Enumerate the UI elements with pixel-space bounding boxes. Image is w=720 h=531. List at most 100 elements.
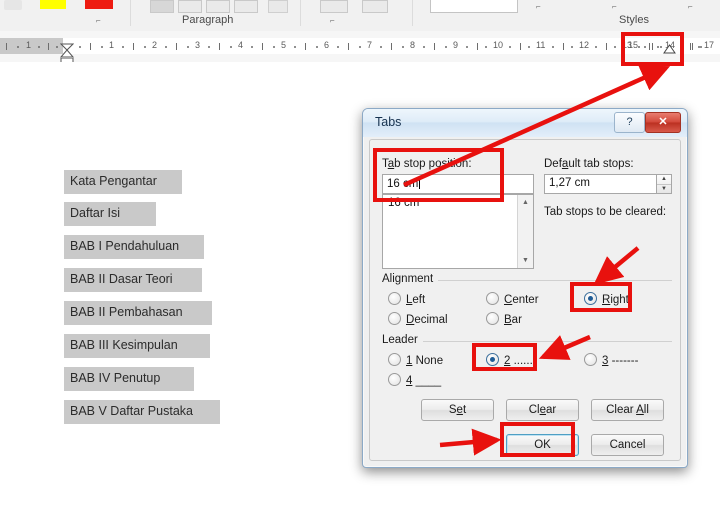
btn-text-pre: Clear [606,404,637,416]
ribbon: ⌐ ⌐ ⌐ ⌐ Paragraph ⌐ Styles [0,0,720,32]
radio-label: eft [412,294,426,306]
radio-align-decimal[interactable]: Decimal [388,312,448,326]
right-tab-stop-marker[interactable] [663,41,676,59]
document-line[interactable]: BAB II Pembahasan [64,301,212,325]
dialog-titlebar[interactable]: Tabs ? ✕ [363,109,687,137]
dialog-title: Tabs [375,115,402,129]
ruler-tick-1: 1 [109,40,115,50]
paragraph-dialog-launcher-3[interactable]: ⌐ [688,2,697,11]
font-group-dialog-launcher[interactable]: ⌐ [96,16,105,25]
ribbon-group-separator [130,0,131,26]
radio-leader-underline[interactable]: 4 ____ [388,373,441,387]
align-left-button[interactable] [150,0,174,13]
ruler-tick-8: 8 [410,40,416,50]
dialog-body: Tab stop position: 16 cm 16 cm ▲ ▼ Defau… [369,139,681,461]
justify-button[interactable] [234,0,258,13]
set-button[interactable]: Set [421,399,494,421]
tab-stop-position-value: 16 cm [387,178,419,190]
cancel-button[interactable]: Cancel [591,434,664,456]
help-icon[interactable]: ? [614,112,645,133]
radio-dot [486,312,499,325]
default-tab-stops-input[interactable]: 1,27 cm [544,174,657,194]
ribbon-group-separator-2 [300,0,301,26]
label-text-post: ult tab stops: [568,158,634,170]
tab-stop-position-input[interactable]: 16 cm [382,174,534,194]
radio-dot [388,292,401,305]
text-caret [419,177,421,189]
ok-button[interactable]: OK [506,434,579,456]
ruler-tick-15: 15 [628,40,639,50]
label-text-pre: Def [544,158,562,170]
clear-all-button[interactable]: Clear All [591,399,664,421]
radio-label: ight [610,294,629,306]
radio-leader-dashed[interactable]: 3 ------- [584,353,638,367]
btn-text-pre: S [448,404,457,416]
borders-button[interactable] [362,0,388,13]
scroll-up-icon[interactable]: ▲ [518,195,533,210]
radio-label: ------- [608,355,639,367]
clear-button[interactable]: Clear [506,399,579,421]
radio-dot [486,292,499,305]
highlight-color-swatch[interactable] [40,0,66,9]
radio-leader-none[interactable]: 1 None [388,353,443,367]
radio-label: ecimal [414,314,448,326]
radio-align-right[interactable]: Right [584,292,629,306]
font-color-swatch[interactable] [85,0,113,9]
document-line[interactable]: Kata Pengantar [64,170,182,194]
scroll-down-icon[interactable]: ▼ [518,253,533,268]
close-icon[interactable]: ✕ [645,112,681,133]
ruler-tick-2: 2 [152,40,158,50]
ruler-tick-9: 9 [453,40,459,50]
ruler-tick-6: 6 [324,40,330,50]
paragraph-group-label: Paragraph [182,14,234,26]
list-item[interactable]: 16 cm [383,195,533,211]
left-margin-zone [0,38,63,54]
ruler-tick-17: 17 [704,40,715,50]
radio-accel: B [504,314,512,326]
btn-text-post: ar [546,404,557,416]
leader-group: Leader [382,334,672,346]
radio-dot [388,353,401,366]
document-line[interactable]: BAB I Pendahuluan [64,235,204,259]
line-spacing-icon[interactable] [268,0,288,13]
radio-dot [584,353,597,366]
radio-label: ar [511,314,522,326]
document-line[interactable]: BAB V Daftar Pustaka [64,400,220,424]
stepper-up-icon[interactable]: ▲ [657,175,671,185]
document-line[interactable]: BAB III Kesimpulan [64,334,210,358]
default-tab-stops-label: Default tab stops: [544,158,634,170]
btn-text-post: ll [643,404,649,416]
radio-leader-dotted[interactable]: 2 ....... [486,353,536,367]
alignment-group-title: Alignment [382,273,439,285]
paragraph-dialog-launcher-1[interactable]: ⌐ [536,2,545,11]
ruler-tick-3: 3 [195,40,201,50]
paragraph-dialog-launcher-2[interactable]: ⌐ [612,2,621,11]
radio-label: None [412,355,444,367]
paragraph-group-dialog-launcher[interactable]: ⌐ [330,16,339,25]
horizontal-ruler[interactable]: 1 1 2 3 4 5 6 7 8 9 10 11 12 13 [0,38,720,67]
ruler-tick: 1 [26,40,32,50]
radio-align-bar[interactable]: Bar [486,312,522,326]
tab-stop-list-scrollbar[interactable]: ▲ ▼ [517,195,533,268]
radio-dot [584,292,597,305]
default-tab-stops-stepper[interactable]: ▲ ▼ [657,174,672,194]
tab-stop-list[interactable]: 16 cm ▲ ▼ [382,194,534,269]
radio-dot [486,353,499,366]
radio-align-center[interactable]: Center [486,292,539,306]
style-gallery-item-normal[interactable] [430,0,518,13]
shading-button[interactable] [320,0,348,13]
stepper-down-icon[interactable]: ▼ [657,185,671,194]
document-line[interactable]: BAB II Dasar Teori [64,268,202,292]
ruler-tick-7: 7 [367,40,373,50]
text-effects-icon[interactable] [4,0,22,10]
align-center-button[interactable] [178,0,202,13]
btn-text-post: t [462,404,467,416]
radio-dot [388,373,401,386]
tabs-dialog: Tabs ? ✕ Tab stop position: 16 cm 16 cm … [362,108,688,468]
document-line[interactable]: Daftar Isi [64,202,156,226]
tab-stop-position-label: Tab stop position: [382,158,472,170]
align-right-button[interactable] [206,0,230,13]
radio-align-left[interactable]: Left [388,292,425,306]
btn-text-pre: Cl [528,404,540,416]
document-line[interactable]: BAB IV Penutup [64,367,194,391]
